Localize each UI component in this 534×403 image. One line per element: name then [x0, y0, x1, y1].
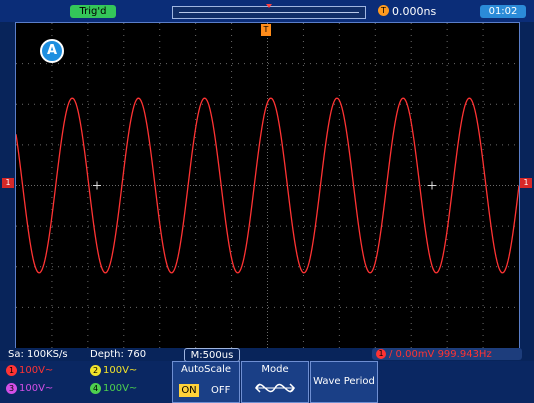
- trigger-time-icon: T: [378, 5, 389, 16]
- channel-3-setting[interactable]: 3 100V~: [6, 383, 53, 395]
- trigger-position-marker[interactable]: [266, 4, 272, 8]
- status-row: Sa: 100KS/s Depth: 760 M:500us 1/ 0.00mV…: [0, 348, 534, 362]
- waveform-plot: [16, 23, 519, 348]
- trigger-info: 1/ 0.00mV 999.943Hz: [372, 348, 522, 360]
- ch1-offset-marker-right[interactable]: 1: [520, 178, 532, 188]
- wave-period-button[interactable]: Wave Period: [310, 361, 378, 403]
- mode-title: Mode: [261, 364, 289, 375]
- channel-1-setting[interactable]: 1 100V~: [6, 365, 53, 377]
- trigger-channel-icon: 1: [376, 349, 386, 359]
- channel-4-icon: 4: [90, 383, 101, 394]
- channel-1-icon: 1: [6, 365, 17, 376]
- top-bar: Trig'd T 0.000ns 01:02: [0, 0, 534, 22]
- timebase-track: [179, 12, 359, 13]
- autoscale-button[interactable]: AutoScale ON OFF: [172, 361, 240, 403]
- mode-waveform-icon: [254, 383, 296, 393]
- channel-2-label: 100V~: [103, 365, 138, 376]
- auto-mode-icon: A: [40, 39, 64, 63]
- autoscale-on-option[interactable]: ON: [179, 384, 199, 397]
- autoscale-off-option[interactable]: OFF: [211, 384, 230, 397]
- clock: 01:02: [480, 5, 526, 18]
- trigger-position-marker-top[interactable]: T: [261, 24, 271, 36]
- trigger-time-value: 0.000ns: [392, 5, 437, 18]
- bottom-panel: 1 100V~ 2 100V~ 3 100V~ 4 100V~ AutoScale ON…: [0, 361, 534, 403]
- trigger-time-readout: T 0.000ns: [378, 5, 436, 18]
- oscilloscope-screen: Trig'd T 0.000ns 01:02 A 1 1 T Sa: 100KS/…: [0, 0, 534, 403]
- sample-rate: Sa: 100KS/s: [8, 349, 68, 360]
- waveform-display[interactable]: A: [15, 22, 520, 349]
- ch1-offset-marker-left[interactable]: 1: [2, 178, 14, 188]
- timebase-position-bar[interactable]: [172, 4, 366, 19]
- channel-1-label: 100V~: [19, 365, 54, 376]
- channel-4-label: 100V~: [103, 383, 138, 394]
- trigger-info-text: / 0.00mV 999.943Hz: [389, 349, 492, 360]
- channel-2-icon: 2: [90, 365, 101, 376]
- channel-2-setting[interactable]: 2 100V~: [90, 365, 137, 377]
- channel-3-label: 100V~: [19, 383, 54, 394]
- memory-depth: Depth: 760: [90, 349, 147, 360]
- trigger-status-badge: Trig'd: [70, 5, 116, 18]
- mode-button[interactable]: Mode: [241, 361, 309, 403]
- channel-4-setting[interactable]: 4 100V~: [90, 383, 137, 395]
- autoscale-title: AutoScale: [180, 364, 232, 375]
- timebase-readout[interactable]: M:500us: [184, 348, 240, 362]
- channel-3-icon: 3: [6, 383, 17, 394]
